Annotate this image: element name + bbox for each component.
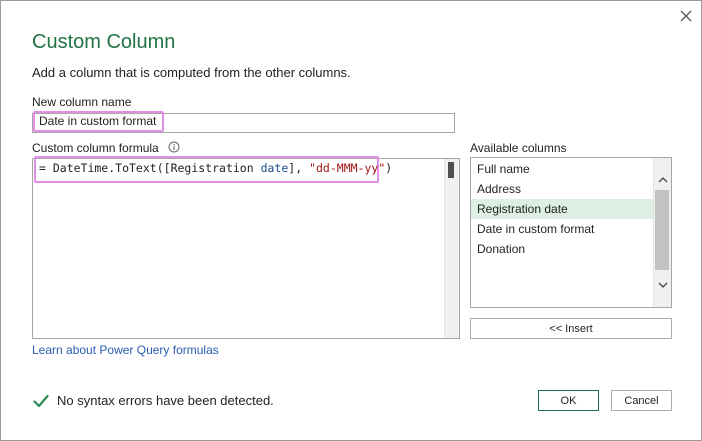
cancel-button[interactable]: Cancel — [611, 390, 672, 411]
formula-editor[interactable] — [32, 158, 460, 339]
chevron-up-icon — [658, 176, 667, 182]
formula-column-first: Registration — [170, 161, 261, 175]
list-item[interactable]: Full name — [471, 159, 655, 179]
close-button[interactable] — [675, 5, 697, 27]
custom-column-formula-label: Custom column formula — [32, 141, 159, 155]
formula-scrollbar[interactable] — [444, 159, 459, 338]
list-item[interactable]: Date in custom format — [471, 219, 655, 239]
list-scrollbar[interactable] — [653, 158, 671, 307]
list-item[interactable]: Donation — [471, 239, 655, 259]
dialog-subtitle: Add a column that is computed from the o… — [32, 65, 351, 80]
formula-close-paren: ) — [385, 161, 393, 175]
checkmark-icon — [33, 394, 49, 407]
scroll-down-button[interactable] — [656, 278, 669, 292]
dialog-title: Custom Column — [32, 31, 176, 53]
formula-text[interactable]: = DateTime.ToText([Registration date], "… — [39, 161, 392, 175]
list-item[interactable]: Address — [471, 179, 655, 199]
new-column-name-label: New column name — [32, 95, 132, 109]
formula-prefix: = DateTime.ToText( — [39, 161, 164, 175]
info-icon[interactable] — [168, 141, 180, 153]
insert-button[interactable]: << Insert — [470, 318, 672, 339]
formula-scroll-thumb[interactable] — [448, 162, 454, 178]
formula-string: "dd-MMM-yy" — [309, 161, 386, 175]
ok-button[interactable]: OK — [538, 390, 599, 411]
chevron-down-icon — [658, 282, 667, 288]
status-bar: No syntax errors have been detected. — [33, 393, 274, 408]
status-text: No syntax errors have been detected. — [57, 393, 274, 408]
close-icon — [680, 10, 692, 22]
available-columns-label: Available columns — [470, 141, 567, 155]
formula-separator: , — [295, 161, 310, 175]
new-column-name-value[interactable]: Date in custom format — [33, 111, 164, 132]
available-columns-list[interactable]: Full name Address Registration date Date… — [470, 157, 672, 308]
formula-label-row: Custom column formula — [32, 141, 180, 155]
list-scroll-thumb[interactable] — [655, 190, 669, 270]
custom-column-dialog: Custom Column Add a column that is compu… — [0, 0, 702, 441]
formula-column-second: date — [260, 161, 289, 175]
list-item[interactable]: Registration date — [471, 199, 655, 219]
formula-open-bracket: [ — [163, 161, 171, 175]
scroll-up-button[interactable] — [656, 172, 669, 186]
learn-power-query-link[interactable]: Learn about Power Query formulas — [32, 343, 219, 357]
